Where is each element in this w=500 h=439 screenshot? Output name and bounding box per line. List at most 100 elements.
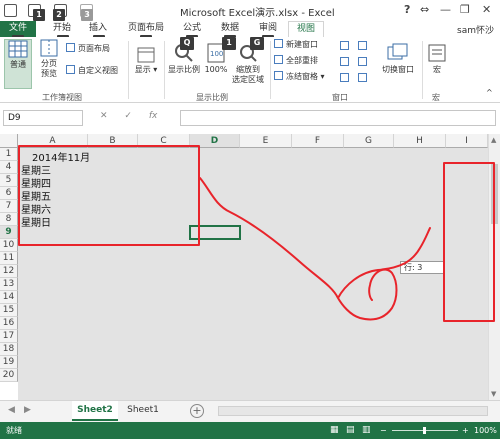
column-header[interactable]: H [394, 134, 446, 148]
scroll-row-tooltip: 行: 3 [400, 261, 444, 274]
switch-windows-button[interactable]: 切换窗口 [376, 43, 420, 75]
horizontal-scrollbar[interactable] [218, 406, 488, 416]
scroll-down-icon[interactable]: ▼ [491, 390, 496, 398]
unhide-button[interactable] [340, 73, 352, 85]
arrange-all-label: 全部重排 [286, 56, 318, 65]
row-header[interactable]: 5 [0, 174, 18, 187]
macros-button[interactable]: 宏 [426, 43, 448, 75]
row-header[interactable]: 17 [0, 330, 18, 343]
page-break-preview-button[interactable]: 分页 预览 [36, 39, 62, 79]
cell-a8[interactable]: 星期日 [21, 214, 51, 229]
page-layout-status-icon[interactable]: ▤ [346, 422, 355, 439]
new-window-button[interactable]: 新建窗口 [274, 39, 318, 51]
row-header[interactable]: 8 [0, 213, 18, 226]
title-bar: 1 2 3 Microsoft Excel演示.xlsx - Excel ? ⇔… [0, 0, 500, 22]
hide-button[interactable] [340, 57, 352, 69]
hide-icon [340, 57, 349, 66]
minimize-button[interactable]: — [440, 3, 451, 16]
row-header[interactable]: 15 [0, 304, 18, 317]
keytip-zoom-selection: G [250, 37, 264, 50]
keytip-undo: 2 [53, 9, 65, 21]
row-header[interactable]: 9 [0, 226, 18, 239]
row-header[interactable]: 13 [0, 278, 18, 291]
active-cell-d9[interactable] [189, 225, 241, 240]
zoom-percentage[interactable]: 100% [474, 422, 497, 439]
view-side-by-side-button[interactable] [358, 41, 370, 53]
ribbon-tabs: 文件 F 开始 H 插入 N 页面布局 P 公式 M 数据 A 审阅 R 视图 … [0, 21, 500, 47]
sheet-tab-sheet2[interactable]: Sheet2 [72, 401, 118, 421]
page-layout-button[interactable]: 页面布局 [66, 43, 110, 55]
reset-position-button[interactable] [358, 73, 370, 85]
select-all-corner[interactable] [0, 134, 18, 148]
row-header[interactable]: 6 [0, 187, 18, 200]
zoom-slider-thumb[interactable] [423, 427, 426, 434]
prev-sheet-icon[interactable]: ◀ [8, 405, 15, 415]
normal-view-status-icon[interactable]: ▦ [330, 422, 339, 439]
ribbon-display-icon[interactable]: ⇔ [420, 3, 429, 16]
custom-view-button[interactable]: 自定义视图 [66, 65, 118, 77]
row-header[interactable]: 4 [0, 161, 18, 174]
scroll-thumb[interactable] [491, 164, 498, 224]
freeze-panes-button[interactable]: 冻结窗格 ▾ [274, 71, 325, 83]
close-button[interactable]: ✕ [482, 3, 491, 16]
split-button[interactable] [340, 41, 352, 53]
page-break-icon [40, 39, 58, 57]
row-header[interactable]: 19 [0, 356, 18, 369]
insert-function-icon[interactable]: fx [149, 111, 158, 121]
row-header[interactable]: 1 [0, 148, 18, 161]
show-button[interactable]: 显示 ▾ [132, 47, 160, 75]
row-header[interactable]: 12 [0, 265, 18, 278]
status-bar: 就绪 ▦ ▤ ▥ − + 100% [0, 422, 500, 439]
column-header[interactable]: F [292, 134, 344, 148]
help-button[interactable]: ? [404, 3, 410, 16]
normal-view-button[interactable]: 普通 [4, 39, 32, 89]
zoom-out-icon[interactable]: − [380, 422, 387, 439]
sync-scroll-button[interactable] [358, 57, 370, 69]
row-header[interactable]: 10 [0, 239, 18, 252]
row-header[interactable]: 11 [0, 252, 18, 265]
new-window-icon [274, 39, 283, 48]
window-title: Microsoft Excel演示.xlsx - Excel [180, 8, 335, 19]
zoom-label: 显示比例 [168, 65, 200, 74]
arrange-all-button[interactable]: 全部重排 [274, 55, 318, 67]
column-header[interactable]: A [18, 134, 88, 148]
enter-icon[interactable]: ✓ [124, 111, 132, 121]
user-account[interactable]: sam怀沙 [457, 23, 494, 36]
row-header[interactable]: 14 [0, 291, 18, 304]
page-break-status-icon[interactable]: ▥ [362, 422, 371, 439]
page-layout-icon [66, 43, 75, 52]
sheet-tab-sheet1[interactable]: Sheet1 [120, 401, 166, 421]
row-header[interactable]: 16 [0, 317, 18, 330]
tab-view[interactable]: 视图 [288, 21, 324, 37]
sync-scroll-icon [358, 57, 367, 66]
column-header[interactable]: D [190, 134, 240, 148]
column-header[interactable]: I [446, 134, 488, 148]
group-macros: 宏 [432, 93, 440, 102]
side-by-side-icon [358, 41, 367, 50]
scroll-up-icon[interactable]: ▲ [491, 136, 496, 144]
zoom-in-icon[interactable]: + [462, 422, 469, 439]
column-header[interactable]: B [88, 134, 138, 148]
row-header[interactable]: 7 [0, 200, 18, 213]
excel-logo-icon [4, 4, 17, 17]
macros-label: 宏 [433, 65, 441, 74]
column-header[interactable]: E [240, 134, 292, 148]
normal-view-label: 普通 [10, 60, 26, 69]
vertical-scrollbar[interactable]: ▲ ▼ [488, 134, 500, 400]
formula-input[interactable] [180, 110, 496, 126]
column-header[interactable]: C [138, 134, 190, 148]
row-header[interactable]: 20 [0, 369, 18, 382]
name-box[interactable]: D9 [3, 110, 83, 126]
freeze-panes-label: 冻结窗格 [286, 72, 318, 81]
add-sheet-icon[interactable]: + [190, 404, 204, 418]
restore-button[interactable]: ❐ [460, 3, 470, 16]
unhide-icon [340, 73, 349, 82]
cancel-icon[interactable]: ✕ [100, 111, 108, 121]
collapse-ribbon-icon[interactable]: ^ [486, 87, 493, 99]
column-header[interactable]: G [344, 134, 394, 148]
next-sheet-icon[interactable]: ▶ [24, 405, 31, 415]
arrange-all-icon [274, 55, 283, 64]
freeze-panes-icon [274, 71, 283, 80]
ribbon-separator [422, 41, 423, 99]
row-header[interactable]: 18 [0, 343, 18, 356]
